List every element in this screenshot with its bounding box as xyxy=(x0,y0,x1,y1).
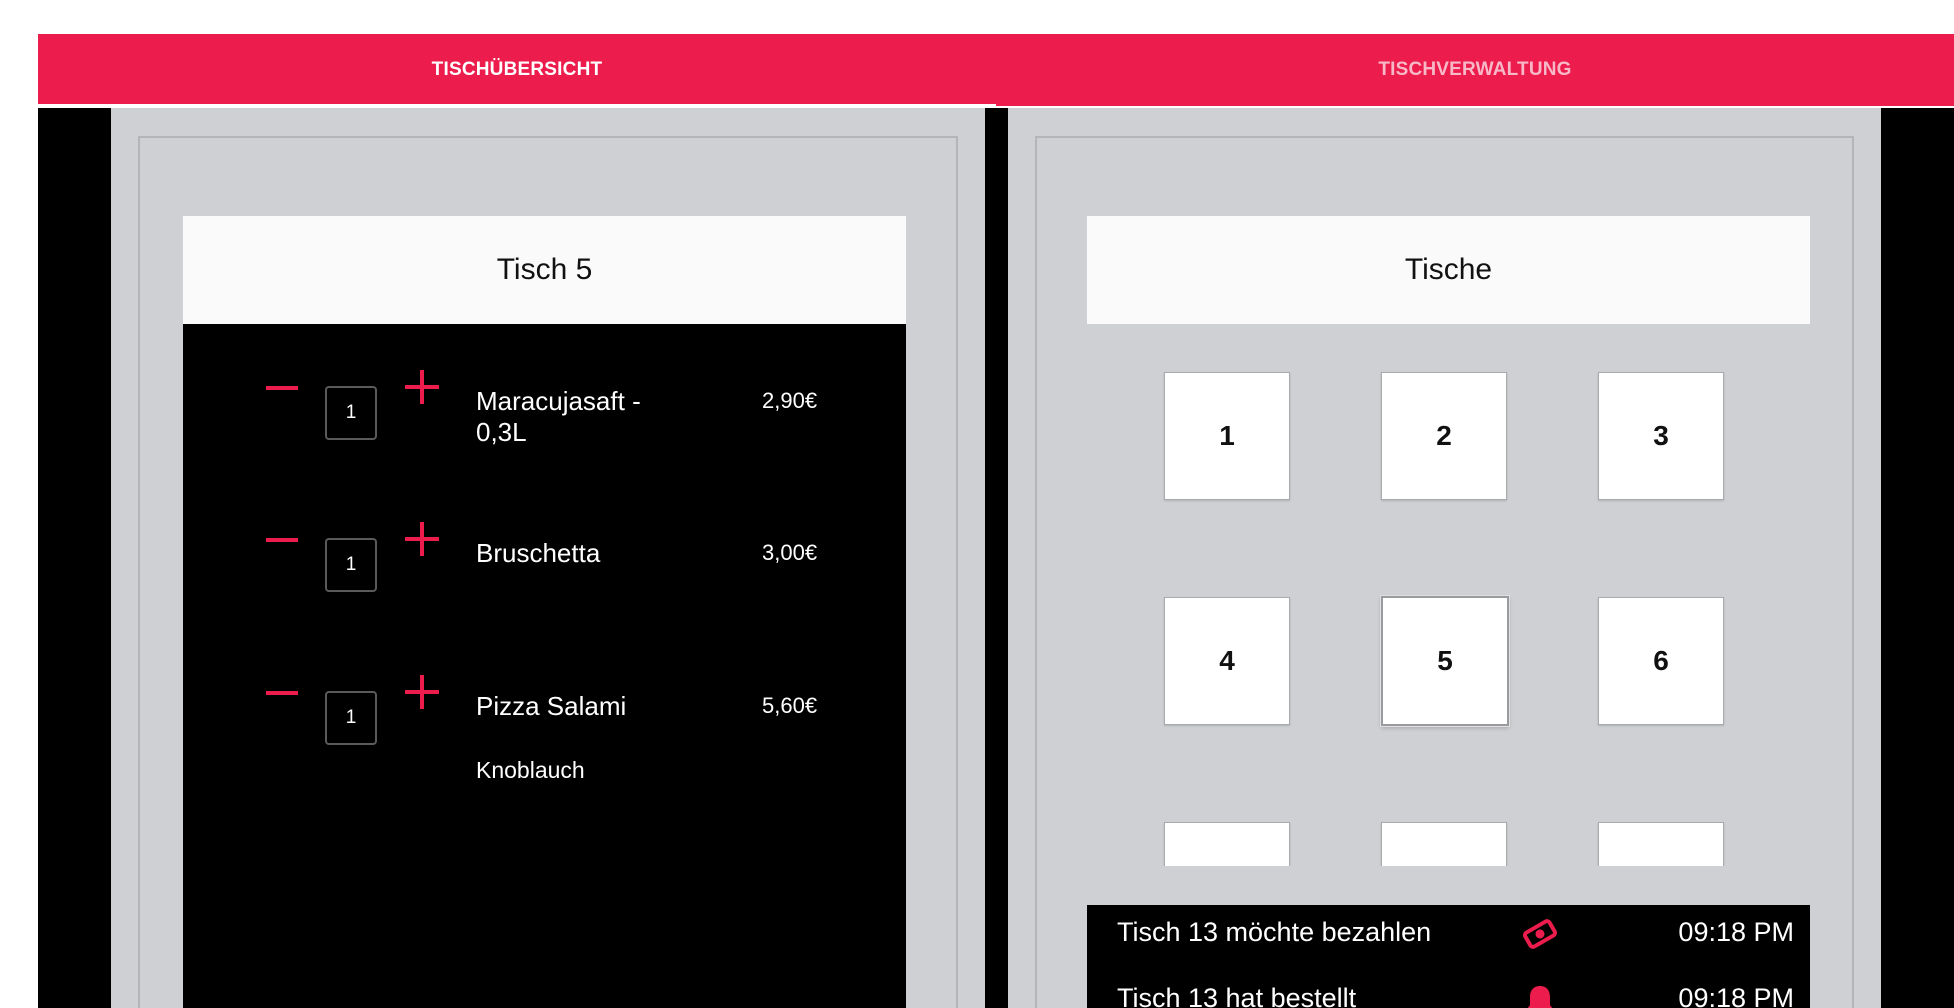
bell-icon xyxy=(1527,986,1553,1008)
decrease-quantity-button[interactable] xyxy=(265,371,299,405)
table-tile-7[interactable] xyxy=(1164,822,1290,866)
table-grid: 1 2 3 4 5 6 xyxy=(1087,324,1810,866)
tab-tischuebersicht[interactable]: TISCHÜBERSICHT xyxy=(38,34,996,106)
table-tile-1[interactable]: 1 xyxy=(1164,372,1290,500)
table-tile-4[interactable]: 4 xyxy=(1164,597,1290,725)
order-item-row: 1 Pizza Salami 5,60€ Knoblauch xyxy=(183,659,906,799)
notification-time: 09:18 PM xyxy=(1678,917,1794,947)
item-name: Maracujasaft - 0,3L xyxy=(476,386,641,447)
tables-panel-title: Tische xyxy=(1087,216,1810,324)
table-tile-8[interactable] xyxy=(1381,822,1507,866)
notification-text: Tisch 13 möchte bezahlen xyxy=(1117,917,1432,947)
decrease-quantity-button[interactable] xyxy=(265,523,299,557)
table-tile-3[interactable]: 3 xyxy=(1598,372,1724,500)
item-name: Pizza Salami xyxy=(476,691,627,721)
tab-tischverwaltung[interactable]: TISCHVERWALTUNG xyxy=(996,34,1954,106)
increase-quantity-button[interactable] xyxy=(405,521,441,557)
quantity-field[interactable]: 1 xyxy=(325,538,377,592)
order-item-row: 1 Maracujasaft - 0,3L 2,90€ xyxy=(183,354,906,474)
quantity-field[interactable]: 1 xyxy=(325,386,377,440)
decrease-quantity-button[interactable] xyxy=(265,676,299,710)
table-tile-5-selected[interactable]: 5 xyxy=(1381,596,1509,726)
increase-quantity-button[interactable] xyxy=(405,674,441,710)
notification-item[interactable]: Tisch 13 hat bestellt 09:18 PM xyxy=(1087,971,1810,1008)
order-item-list: 1 Maracujasaft - 0,3L 2,90€ 1 Bruschetta… xyxy=(183,324,906,1008)
increase-quantity-button[interactable] xyxy=(405,369,441,405)
item-price: 2,90€ xyxy=(762,388,818,413)
order-item-row: 1 Bruschetta 3,00€ xyxy=(183,506,906,626)
notification-list: Tisch 13 möchte bezahlen 09:18 PM Tisch … xyxy=(1087,905,1810,1008)
table-tile-6[interactable]: 6 xyxy=(1598,597,1724,725)
table-tile-2[interactable]: 2 xyxy=(1381,372,1507,500)
item-note: Knoblauch xyxy=(476,757,585,783)
notification-time: 09:18 PM xyxy=(1678,983,1794,1008)
quantity-field[interactable]: 1 xyxy=(325,691,377,745)
notification-text: Tisch 13 hat bestellt xyxy=(1117,983,1357,1008)
notification-item[interactable]: Tisch 13 möchte bezahlen 09:18 PM xyxy=(1087,905,1810,961)
item-price: 3,00€ xyxy=(762,540,818,565)
item-name: Bruschetta xyxy=(476,538,601,568)
top-tab-bar: TISCHÜBERSICHT TISCHVERWALTUNG xyxy=(38,34,1954,108)
item-price: 5,60€ xyxy=(762,693,818,718)
payment-icon xyxy=(1523,919,1557,949)
table-tile-9[interactable] xyxy=(1598,822,1724,866)
order-panel-title: Tisch 5 xyxy=(183,216,906,324)
